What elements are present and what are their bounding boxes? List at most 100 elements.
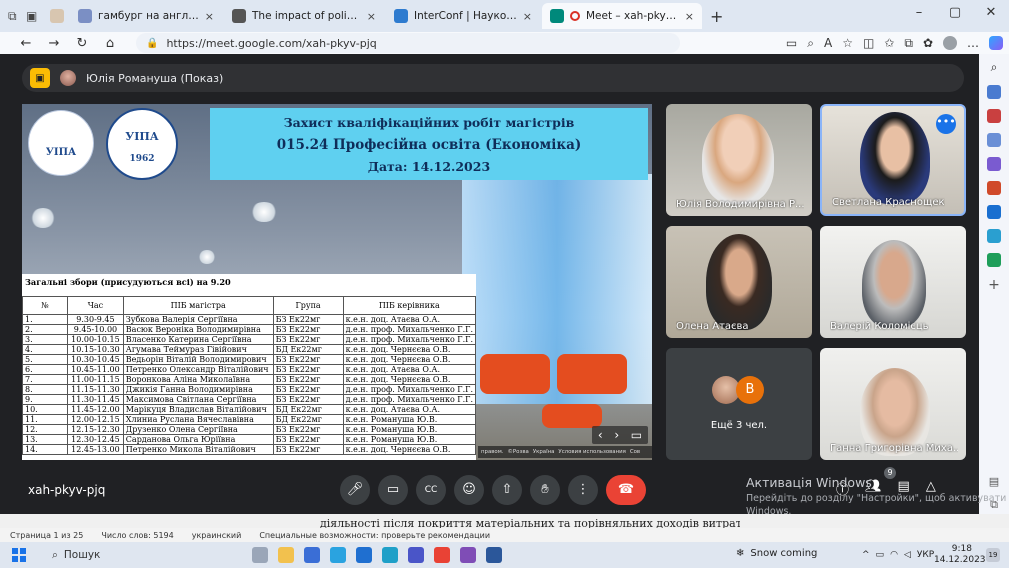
search-tab-icon — [78, 9, 92, 23]
table-cell: БЗ Ек22мг — [272, 374, 344, 385]
microphone-button[interactable]: 🎤︎ — [340, 475, 370, 505]
table-row: 12. 12.15-12.30 Друзенко Олена Сергіївна БЗ… — [22, 424, 477, 435]
close-icon[interactable]: × — [685, 10, 694, 23]
sidebar-office-icon[interactable] — [987, 181, 1001, 195]
tab-actions-icon[interactable]: ▣ — [26, 9, 48, 23]
table-cell: Васюк Вероніка Володимирівна — [122, 324, 274, 335]
file-explorer-icon[interactable] — [278, 547, 294, 563]
end-call-button[interactable]: ☎︎ — [606, 475, 646, 505]
close-icon[interactable]: × — [523, 10, 532, 23]
participant-tile[interactable]: Юлія Володимирівна Р... — [666, 104, 812, 216]
read-aloud-icon[interactable]: A — [824, 36, 832, 50]
clock[interactable]: 9:18 14.12.2023 — [934, 544, 986, 566]
store-icon[interactable] — [304, 547, 320, 563]
sidebar-person-icon[interactable] — [987, 133, 1001, 147]
sidebar-games-icon[interactable] — [987, 157, 1001, 171]
workspaces-icon[interactable]: ⧉ — [8, 9, 26, 24]
raise-hand-button[interactable]: ✋︎ — [530, 475, 560, 505]
present-button[interactable]: ⇧ — [492, 475, 522, 505]
sidebar-search-icon[interactable]: ⌕ — [991, 60, 998, 75]
tab-search[interactable]: гамбург на английском - Поиск × — [70, 3, 222, 29]
start-button[interactable] — [12, 548, 26, 562]
table-cell: д.е.н. проф. Михальченко Г.Г. — [342, 394, 477, 405]
next-slide-button[interactable]: › — [614, 426, 619, 444]
table-cell: к.е.н. доц. Атаєва О.А. — [342, 314, 477, 325]
tab-meet[interactable]: Meet – xah-pkyv-pjq × — [542, 3, 702, 29]
window-controls: – ▢ ✕ — [901, 0, 1009, 28]
participant-tile-selected[interactable]: ••• Светлана Краснощек — [820, 104, 966, 216]
maximize-icon[interactable]: ▢ — [937, 0, 973, 28]
table-cell: 11.15-11.30 — [67, 384, 124, 395]
shared-presentation[interactable]: УІПА УІПА 1962 Захист кваліфікаційних ро… — [22, 104, 652, 460]
sidebar-outlook-icon[interactable] — [987, 205, 1001, 219]
minimize-icon[interactable]: – — [901, 0, 937, 28]
viber-icon[interactable] — [460, 547, 476, 563]
chair — [557, 354, 627, 394]
new-tab-button[interactable]: + — [710, 7, 723, 26]
sidebar-send-icon[interactable] — [987, 229, 1001, 243]
profile-icon[interactable] — [943, 36, 957, 50]
zoom-icon[interactable]: ⌕ — [807, 36, 814, 51]
refresh-icon[interactable]: ↻ — [68, 36, 96, 51]
chrome-icon[interactable] — [434, 547, 450, 563]
meeting-code: xah-pkyv-pjq — [28, 483, 106, 497]
table-cell: 12.30-12.45 — [67, 434, 124, 445]
camera-button[interactable]: ▭ — [378, 475, 408, 505]
media-player-icon[interactable] — [408, 547, 424, 563]
participant-tile[interactable]: Ганна Григорівна Миха... — [820, 348, 966, 460]
tab-collections[interactable] — [48, 3, 68, 29]
other-participants-tile[interactable]: В Ещё 3 чел. — [666, 348, 812, 460]
edge-icon[interactable] — [382, 547, 398, 563]
sidebar-meet-icon[interactable] — [987, 253, 1001, 267]
close-icon[interactable]: × — [367, 10, 376, 23]
chevron-up-icon[interactable]: ^ — [862, 550, 870, 560]
participant-tile[interactable]: Валерій Коломієць — [820, 226, 966, 338]
participant-tile[interactable]: Олена Атаєва — [666, 226, 812, 338]
pin-presentation-icon[interactable]: ▣ — [30, 68, 50, 88]
collections-icon[interactable]: ⧉ — [904, 36, 913, 51]
table-cell: 11.45-12.00 — [67, 404, 124, 415]
favorites-icon[interactable]: ✩ — [884, 36, 894, 50]
table-row: 11. 12.00-12.15 Хлиниа Руслана Вячеславівн… — [22, 414, 477, 425]
close-window-icon[interactable]: ✕ — [973, 0, 1009, 28]
sidebar-add-icon[interactable]: + — [988, 277, 1000, 293]
weather-widget[interactable]: ❄ Snow coming — [736, 548, 817, 559]
split-screen-icon[interactable]: ◫ — [863, 36, 874, 50]
favorite-icon[interactable]: ☆ — [842, 36, 853, 50]
more-options-button[interactable]: ⋮ — [568, 475, 598, 505]
table-cell: 11.00-11.15 — [67, 374, 124, 385]
back-icon[interactable]: ← — [12, 36, 40, 51]
forward-icon[interactable]: → — [40, 36, 68, 51]
table-cell: к.е.н. доц. Чернєєва О.В. — [342, 344, 477, 355]
prev-slide-button[interactable]: ‹ — [598, 426, 603, 444]
battery-icon[interactable]: ▭ — [876, 550, 885, 560]
home-icon[interactable]: ⌂ — [96, 36, 124, 51]
tab-article[interactable]: The impact of political stability o × — [224, 3, 384, 29]
more-options-button[interactable]: ••• — [936, 114, 956, 134]
volume-icon[interactable]: ◁ — [904, 550, 911, 560]
presentation-bar: ▣ Юлія Романуша (Показ) — [22, 64, 964, 92]
task-view-icon[interactable] — [252, 547, 268, 563]
browser-toolbar: ▭ ⌕ A ☆ ◫ ✩ ⧉ ✿ … — [786, 32, 1003, 54]
table-row: 1. 9.30-9.45 Зубкова Валерія Сергіївна БЗ Е… — [22, 314, 477, 325]
notifications-badge[interactable]: 19 — [986, 548, 1000, 562]
captions-button[interactable]: CC — [416, 475, 446, 505]
word-icon[interactable] — [486, 547, 502, 563]
taskbar-search[interactable]: ⌕ Пошук — [52, 549, 182, 562]
tab-interconf[interactable]: InterConf | Наукова конференці × — [386, 3, 540, 29]
sidebar-tag-icon[interactable] — [987, 85, 1001, 99]
url-field[interactable]: 🔒 https://meet.google.com/xah-pkyv-pjq — [136, 33, 680, 53]
table-cell: 1. — [22, 314, 69, 325]
copilot-icon[interactable] — [989, 36, 1003, 50]
slide-minimap-icon[interactable]: ▭ — [631, 426, 642, 444]
camera-icon[interactable]: ▭ — [786, 36, 797, 50]
more-icon[interactable]: … — [967, 36, 979, 50]
emoji-button[interactable]: ☺ — [454, 475, 484, 505]
table-cell: 12. — [22, 424, 69, 435]
wifi-icon[interactable]: ◠ — [890, 550, 898, 560]
sidebar-toolbox-icon[interactable] — [987, 109, 1001, 123]
extensions-icon[interactable]: ✿ — [923, 36, 933, 50]
telegram-icon[interactable] — [330, 547, 346, 563]
close-icon[interactable]: × — [205, 10, 214, 23]
mail-icon[interactable] — [356, 547, 372, 563]
